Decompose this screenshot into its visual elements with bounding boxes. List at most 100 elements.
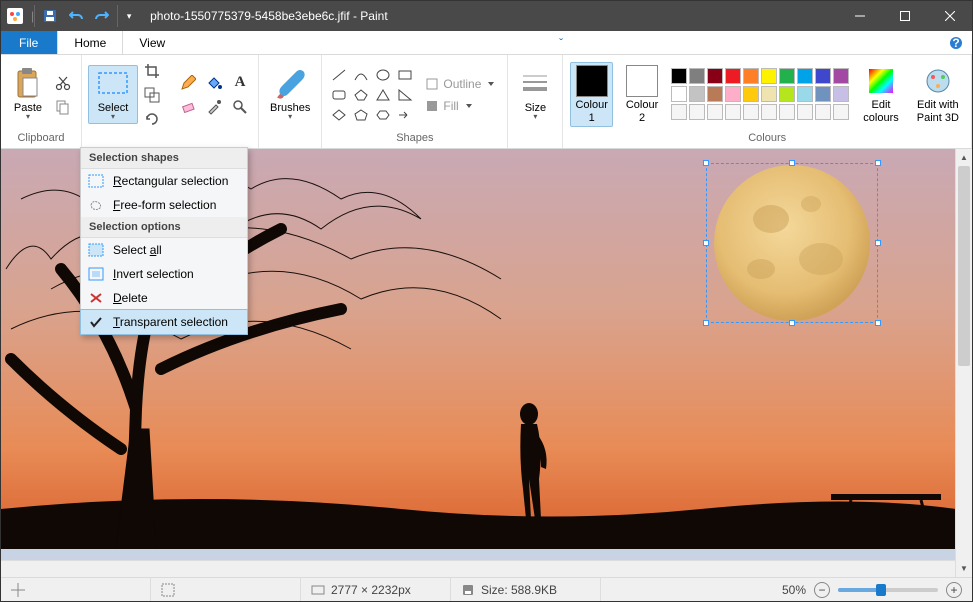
palette-swatch[interactable] [707,68,723,84]
palette-swatch[interactable] [779,68,795,84]
pencil-tool[interactable] [176,72,200,94]
colour-2-swatch [626,65,658,97]
copy-button[interactable] [51,96,75,118]
shape-curve[interactable] [350,65,372,85]
shape-hexagon[interactable] [372,105,394,125]
palette-swatch[interactable] [815,68,831,84]
menu-header-shapes: Selection shapes [81,148,247,169]
zoom-slider-thumb[interactable] [876,584,886,596]
palette-swatch[interactable] [815,104,831,120]
file-size: Size: 588.9KB [481,583,557,597]
crop-button[interactable] [140,60,164,82]
palette-swatch[interactable] [779,86,795,102]
shape-triangle[interactable] [372,85,394,105]
palette-swatch[interactable] [779,104,795,120]
palette-swatch[interactable] [743,104,759,120]
palette-swatch[interactable] [671,68,687,84]
paste-button[interactable]: Paste ▾ [7,65,49,124]
redo-button[interactable] [91,5,113,27]
tab-home[interactable]: Home [57,31,123,54]
zoom-in-button[interactable]: + [946,582,962,598]
colour-2-button[interactable]: Colour 2 [621,62,663,126]
menu-select-all[interactable]: Select all [81,238,247,262]
palette-swatch[interactable] [689,104,705,120]
picker-tool[interactable] [202,96,226,118]
palette-swatch[interactable] [725,86,741,102]
horizontal-scrollbar[interactable] [1,560,955,577]
brushes-button[interactable]: Brushes ▾ [265,65,315,124]
paint3d-label: Edit with Paint 3D [917,99,959,123]
menu-transparent-selection[interactable]: Transparent selection [81,310,247,334]
shape-fill-button[interactable]: Fill [418,96,501,116]
scroll-down-icon[interactable]: ▼ [956,560,972,577]
maximize-button[interactable] [882,1,927,31]
qat-customize-icon[interactable]: ▾ [118,5,140,27]
colour-1-button[interactable]: Colour 1 [570,62,612,126]
shape-gallery[interactable] [328,65,416,125]
zoom-tool[interactable] [228,96,252,118]
cut-button[interactable] [51,72,75,94]
invert-selection-icon [87,265,105,283]
palette-swatch[interactable] [725,68,741,84]
palette-swatch[interactable] [743,68,759,84]
zoom-slider[interactable] [838,588,938,592]
shape-pentagon[interactable] [350,105,372,125]
text-tool[interactable]: A [228,72,252,94]
palette-swatch[interactable] [725,104,741,120]
menu-invert-selection[interactable]: Invert selection [81,262,247,286]
shape-right-triangle[interactable] [394,85,416,105]
ribbon: Paste ▾ Clipboard Select ▾ _ [1,55,972,149]
undo-button[interactable] [65,5,87,27]
scroll-up-icon[interactable]: ▲ [956,149,972,166]
shape-roundrect[interactable] [328,85,350,105]
size-button[interactable]: Size ▾ [514,65,556,124]
shape-oval[interactable] [372,65,394,85]
menu-rectangular-selection[interactable]: Rectangular selection [81,169,247,193]
palette-swatch[interactable] [797,104,813,120]
shape-polygon[interactable] [350,85,372,105]
tab-view[interactable]: View [123,31,182,54]
menu-delete[interactable]: Delete [81,286,247,310]
palette-swatch[interactable] [671,86,687,102]
palette-swatch[interactable] [797,86,813,102]
paint3d-button[interactable]: Edit with Paint 3D [912,62,964,126]
palette-swatch[interactable] [797,68,813,84]
vertical-scrollbar[interactable]: ▲ ▼ [955,149,972,577]
help-button[interactable]: ? [933,31,972,54]
palette-swatch[interactable] [671,104,687,120]
shape-diamond[interactable] [328,105,350,125]
rotate-button[interactable] [140,108,164,130]
chevron-down-icon: ▾ [111,112,115,121]
scroll-thumb[interactable] [958,166,970,366]
palette-swatch[interactable] [707,104,723,120]
palette-swatch[interactable] [833,68,849,84]
resize-button[interactable] [140,84,164,106]
menu-freeform-selection[interactable]: Free-form selection [81,193,247,217]
close-button[interactable] [927,1,972,31]
colour-palette[interactable] [671,68,850,121]
chevron-down-icon: ▾ [288,112,292,121]
palette-swatch[interactable] [743,86,759,102]
shape-outline-button[interactable]: Outline [418,74,501,94]
palette-swatch[interactable] [707,86,723,102]
shape-rect[interactable] [394,65,416,85]
palette-swatch[interactable] [815,86,831,102]
palette-swatch[interactable] [761,68,777,84]
palette-swatch[interactable] [833,104,849,120]
zoom-out-button[interactable]: − [814,582,830,598]
fill-tool[interactable] [202,72,226,94]
palette-swatch[interactable] [689,68,705,84]
palette-swatch[interactable] [689,86,705,102]
save-button[interactable] [39,5,61,27]
palette-swatch[interactable] [761,86,777,102]
select-button[interactable]: Select ▾ [88,65,138,124]
minimize-button[interactable] [837,1,882,31]
shape-line[interactable] [328,65,350,85]
ribbon-collapse-icon[interactable]: ˇ [543,31,572,54]
edit-colours-button[interactable]: Edit colours [858,62,903,126]
shape-arrow[interactable] [394,105,416,125]
eraser-tool[interactable] [176,96,200,118]
palette-swatch[interactable] [833,86,849,102]
palette-swatch[interactable] [761,104,777,120]
tab-file[interactable]: File [1,31,57,54]
